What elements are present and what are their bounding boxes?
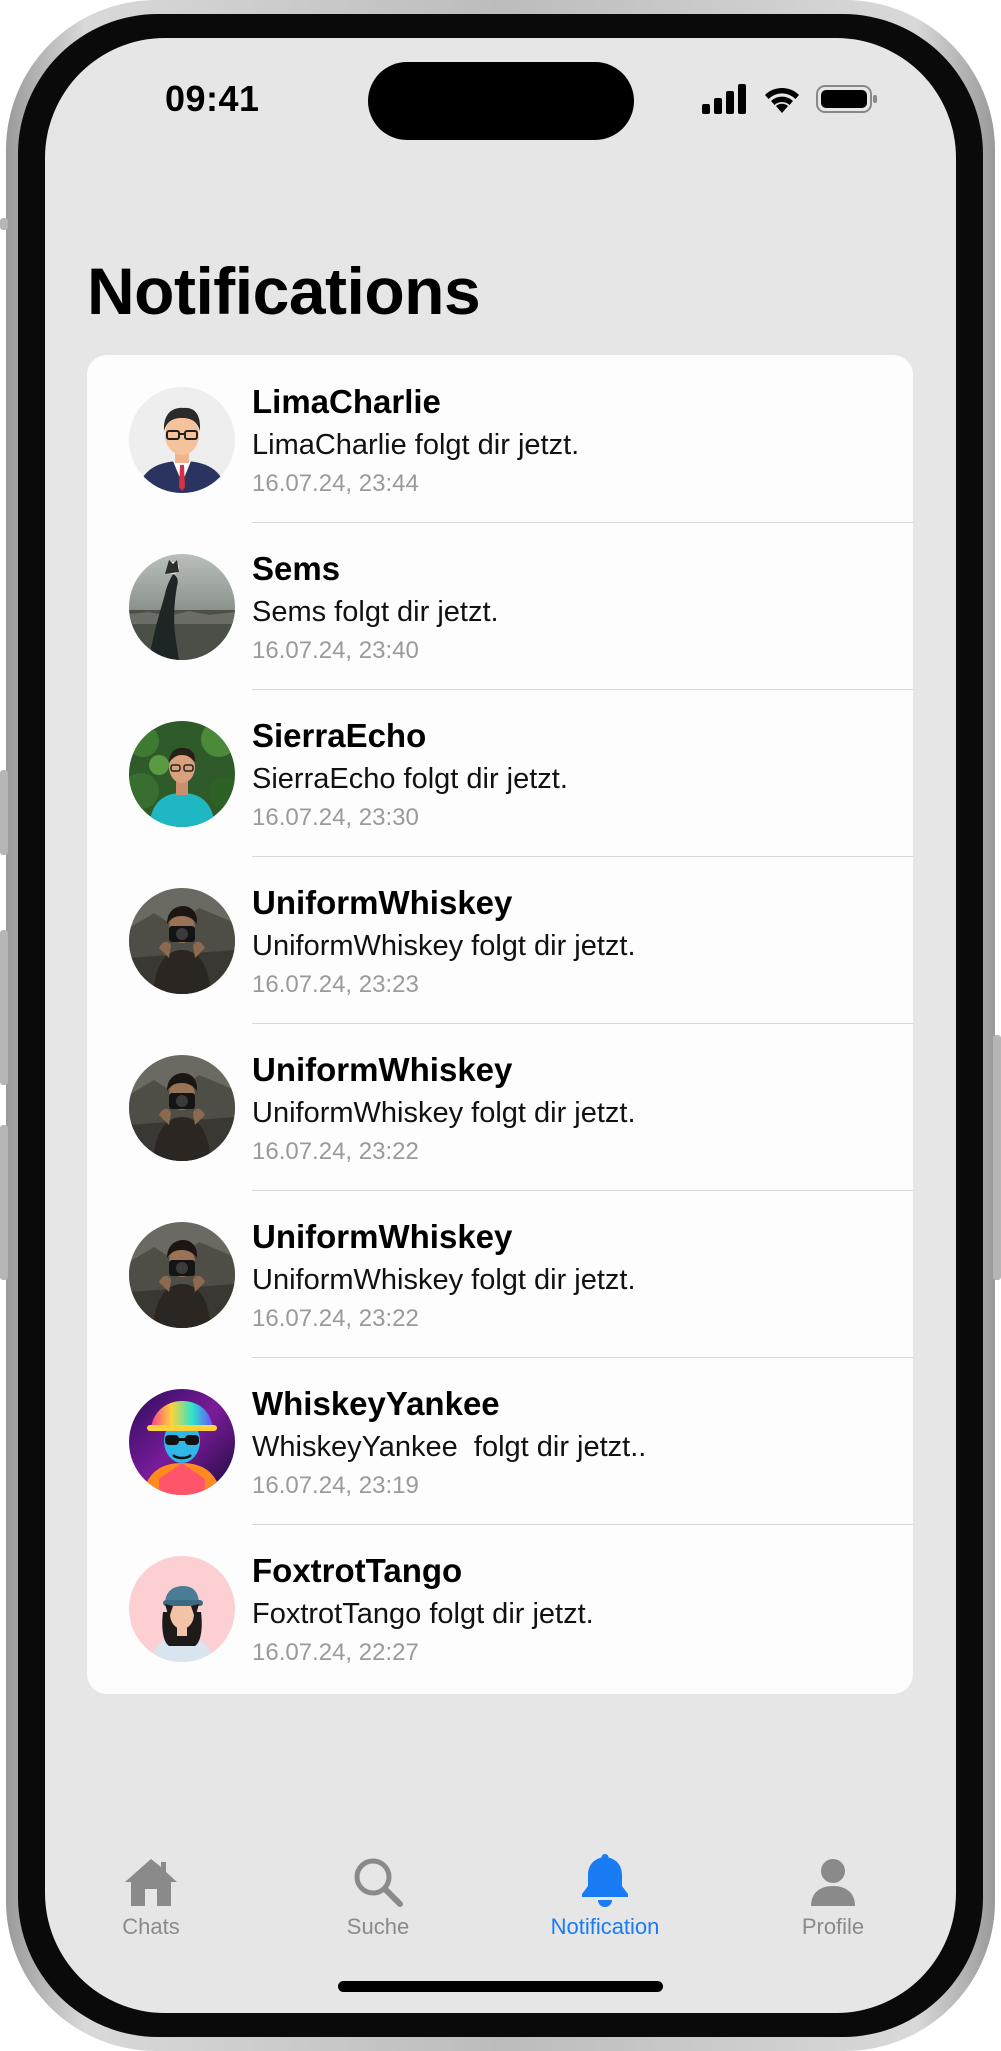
colorful-sunglasses-avatar-icon[interactable] [129,1389,235,1495]
phone-mute-switch [0,770,8,855]
volume-down-button [0,1125,8,1280]
notification-time: 16.07.24, 23:19 [252,1472,419,1499]
notification-message: UniformWhiskey folgt dir jetzt. [252,1264,636,1296]
tab-label: Notification [550,1914,660,1939]
volume-up-button [0,930,8,1085]
notification-row[interactable]: LimaCharlie LimaCharlie folgt dir jetzt.… [87,355,913,522]
wifi-icon [762,84,802,119]
notification-message: UniformWhiskey folgt dir jetzt. [252,930,636,962]
tab-chats[interactable]: Chats [51,1848,251,1940]
notification-row[interactable]: Sems Sems folgt dir jetzt. 16.07.24, 23:… [87,522,913,689]
notification-message: LimaCharlie folgt dir jetzt. [252,429,580,461]
notification-name: FoxtrotTango [252,1552,463,1589]
notification-name: WhiskeyYankee [252,1385,500,1422]
notification-name: Sems [252,550,341,587]
notification-time: 16.07.24, 23:44 [252,470,419,497]
notification-time: 16.07.24, 23:22 [252,1138,419,1165]
notification-time: 16.07.24, 23:40 [252,637,419,664]
notification-row[interactable]: UniformWhiskey UniformWhiskey folgt dir … [87,1023,913,1190]
status-time: 09:41 [165,78,260,119]
notification-time: 16.07.24, 22:27 [252,1639,419,1666]
notification-row[interactable]: WhiskeyYankee WhiskeyYankee folgt dir je… [87,1357,913,1524]
notification-row[interactable]: UniformWhiskey UniformWhiskey folgt dir … [87,1190,913,1357]
notification-time: 16.07.24, 23:23 [252,971,419,998]
notification-name: LimaCharlie [252,383,441,420]
notification-name: UniformWhiskey [252,884,513,921]
tab-profile[interactable]: Profile [733,1848,933,1940]
tab-label: Suche [346,1914,410,1939]
man-in-turquoise-shirt-avatar-icon[interactable] [129,721,235,827]
notification-name: SierraEcho [252,717,427,754]
notification-time: 16.07.24, 23:30 [252,804,419,831]
photographer-avatar-icon[interactable] [129,888,235,994]
notification-message: Sems folgt dir jetzt. [252,596,499,628]
notification-row[interactable]: FoxtrotTango FoxtrotTango folgt dir jetz… [87,1524,913,1691]
dynamic-island [368,62,634,140]
page-title: Notifications [87,254,481,328]
screen: 09:41 Notifications LimaCharlie LimaChar… [45,38,956,2013]
phone-action-button [0,218,8,230]
man-with-glasses-avatar-icon[interactable] [129,387,235,493]
magnifying-glass-icon [278,1848,478,1908]
status-icons [702,84,878,119]
home-indicator[interactable] [338,1981,663,1992]
notification-time: 16.07.24, 23:22 [252,1305,419,1332]
person-icon [733,1848,933,1908]
battery-icon [816,84,878,119]
notification-message: SierraEcho folgt dir jetzt. [252,763,568,795]
notification-row[interactable]: UniformWhiskey UniformWhiskey folgt dir … [87,856,913,1023]
power-button [993,1035,1001,1280]
notification-message: FoxtrotTango folgt dir jetzt. [252,1598,594,1630]
tab-label: Chats [122,1914,180,1939]
hand-over-city-avatar-icon[interactable] [129,554,235,660]
tab-suche[interactable]: Suche [278,1848,478,1940]
notification-message: WhiskeyYankee folgt dir jetzt.. [252,1431,647,1463]
house-icon [51,1848,251,1908]
woman-with-cap-avatar-icon[interactable] [129,1556,235,1662]
photographer-avatar-icon[interactable] [129,1222,235,1328]
notifications-list: LimaCharlie LimaCharlie folgt dir jetzt.… [87,355,913,1694]
tab-label: Profile [801,1914,865,1939]
notification-message: UniformWhiskey folgt dir jetzt. [252,1097,636,1129]
bell-icon [505,1848,705,1908]
notification-row[interactable]: SierraEcho SierraEcho folgt dir jetzt. 1… [87,689,913,856]
notification-name: UniformWhiskey [252,1051,513,1088]
tab-notification[interactable]: Notification [505,1848,705,1940]
notification-name: UniformWhiskey [252,1218,513,1255]
tab-bar: Chats Suche Notification Profile [45,1848,956,1958]
cellular-signal-icon [702,84,748,119]
photographer-avatar-icon[interactable] [129,1055,235,1161]
